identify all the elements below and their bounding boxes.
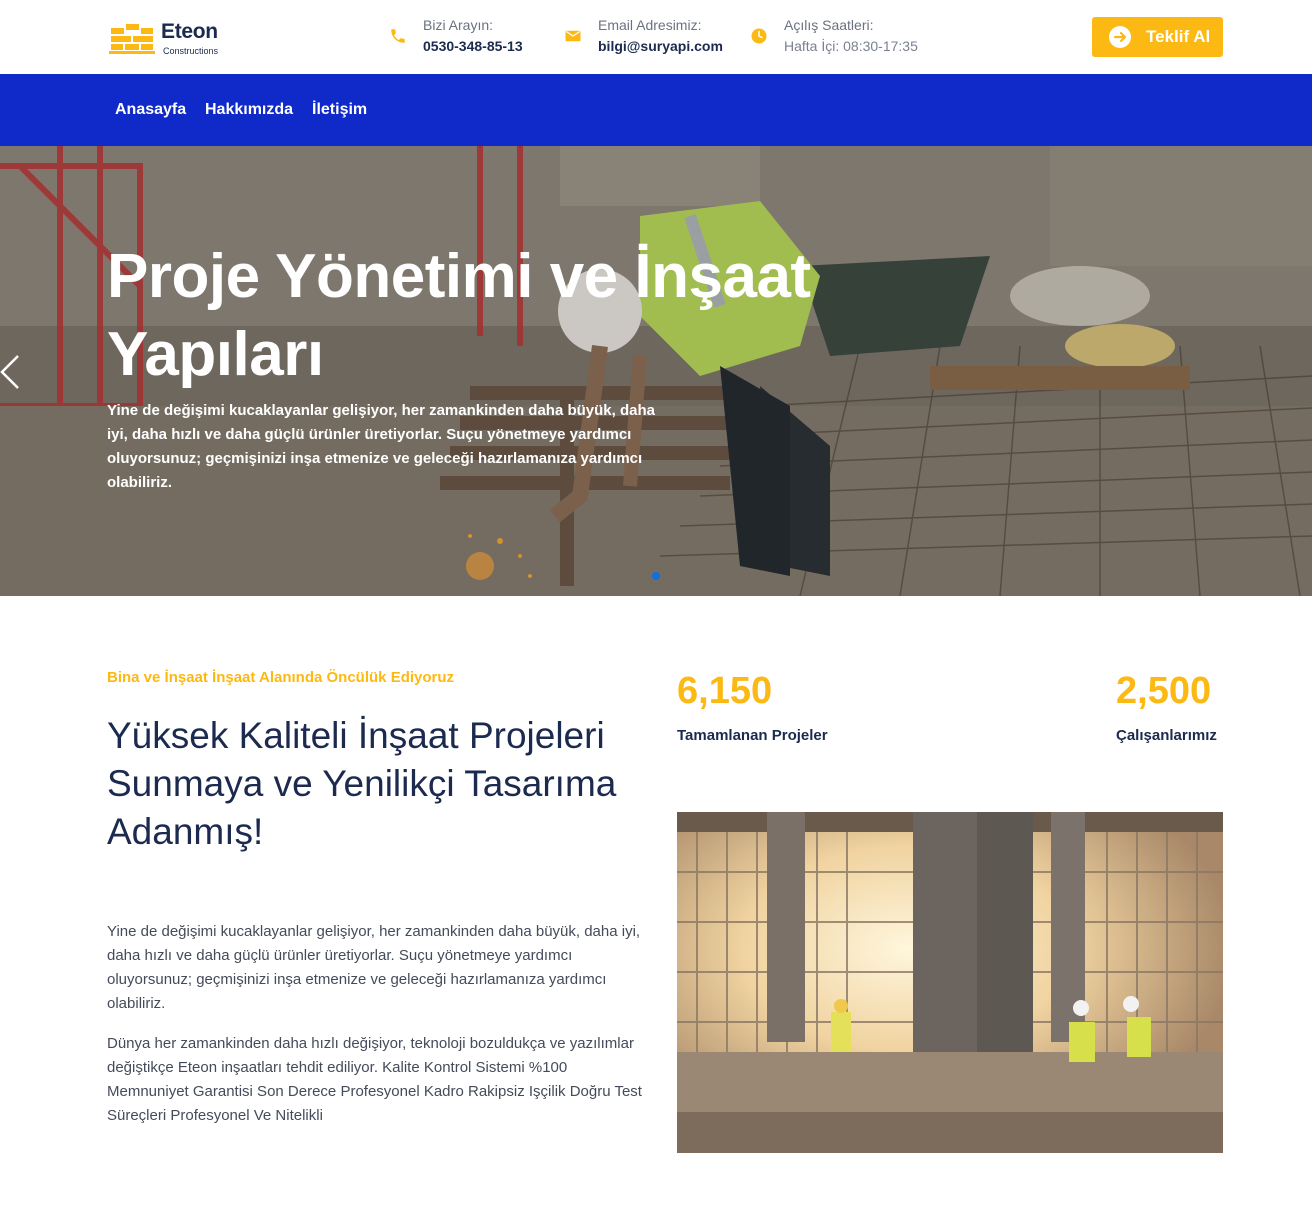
- slider-dot[interactable]: [652, 572, 660, 580]
- nav-item-contact[interactable]: İletişim: [312, 101, 367, 119]
- phone-value[interactable]: 0530-348-85-13: [423, 38, 523, 54]
- section-paragraph-2: Dünya her zamankinden daha hızlı değişiy…: [107, 1035, 642, 1124]
- clock-icon: [751, 28, 767, 44]
- phone-icon: [391, 29, 405, 43]
- email-value[interactable]: bilgi@suryapi.com: [598, 38, 723, 54]
- phone-info: Bizi Arayın: 0530-348-85-13: [389, 16, 549, 60]
- hours-info: Açılış Saatleri: Hafta İçi: 08:30-17:35: [750, 16, 940, 60]
- get-quote-button[interactable]: Teklif Al: [1092, 17, 1223, 57]
- stat-employees-value: 2,500: [1116, 670, 1212, 712]
- hero-text: Yine de değişimi kucaklayanlar gelişiyor…: [107, 402, 655, 491]
- section-title: Yüksek Kaliteli İnşaat Projeleri Sunmaya…: [107, 715, 617, 852]
- chevron-left-icon[interactable]: [0, 352, 20, 392]
- logo[interactable]: Eteon Constructions: [109, 18, 239, 58]
- stat-projects-value: 6,150: [677, 670, 773, 712]
- section-eyebrow: Bina ve İnşaat İnşaat Alanında Öncülük E…: [107, 669, 455, 686]
- get-quote-label: Teklif Al: [1146, 27, 1211, 46]
- logo-tagline: Constructions: [163, 46, 219, 56]
- top-header: Eteon Constructions Bizi Arayın: 0530-34…: [0, 0, 1312, 74]
- logo-name: Eteon: [161, 20, 218, 43]
- hours-label: Açılış Saatleri:: [784, 17, 874, 33]
- email-label: Email Adresimiz:: [598, 17, 702, 33]
- hero-slider: Proje Yönetimi ve İnşaat Yapıları Yine d…: [0, 146, 1312, 596]
- main-nav: Anasayfa Hakkımızda İletişim: [0, 74, 1312, 146]
- logo-bricks-icon: [109, 24, 155, 54]
- phone-label: Bizi Arayın:: [423, 17, 494, 33]
- construction-site-photo: [677, 812, 1223, 1153]
- arrow-right-icon: [1109, 26, 1131, 48]
- section-paragraph-1: Yine de değişimi kucaklayanlar gelişiyor…: [107, 923, 641, 1012]
- nav-item-home[interactable]: Anasayfa: [115, 101, 186, 119]
- envelope-icon: [565, 30, 581, 42]
- nav-item-about[interactable]: Hakkımızda: [205, 101, 293, 119]
- stat-employees-label: Çalışanlarımız: [1116, 727, 1217, 744]
- hours-value: Hafta İçi: 08:30-17:35: [784, 38, 918, 54]
- hero-title: Proje Yönetimi ve İnşaat Yapıları: [107, 242, 811, 389]
- stat-projects-label: Tamamlanan Projeler: [677, 727, 828, 744]
- email-info: Email Adresimiz: bilgi@suryapi.com: [564, 16, 734, 60]
